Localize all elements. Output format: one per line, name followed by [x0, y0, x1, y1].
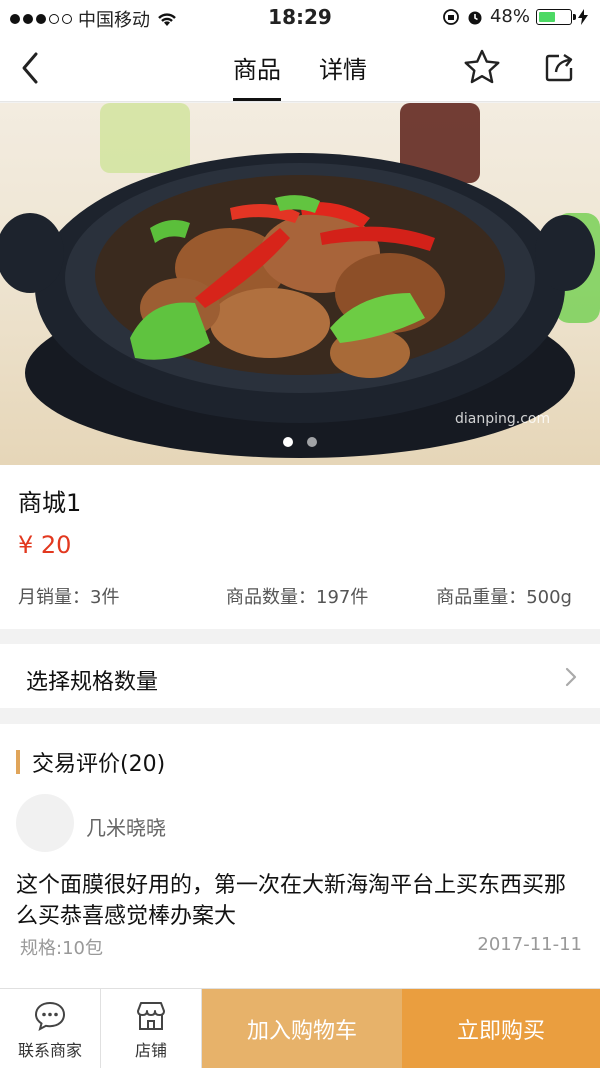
tab-product[interactable]: 商品	[233, 50, 281, 101]
contact-label: 联系商家	[17, 1041, 82, 1060]
reviews-title: 交易评价(20)	[32, 752, 166, 777]
review-text: 这个面膜很好用的，第一次在大新海淘平台上买东西买那么买恭喜感觉棒办案大	[16, 873, 567, 929]
alarm-icon	[468, 11, 482, 24]
reviews-section: 交易评价(20) 几米晓晓 这个面膜很好用的，第一次在大新海淘平台上买东西买那么…	[0, 724, 600, 988]
product-info: 商城1 ¥ 20 月销量：3件 商品数量：197件 商品重量：500g	[0, 465, 600, 629]
monthly-sales: 月销量：3件	[18, 587, 120, 608]
charging-icon	[578, 8, 588, 25]
status-bar: 中国移动 18:29 48%	[0, 0, 600, 34]
add-to-cart-button[interactable]: 加入购物车	[202, 989, 402, 1068]
spec-label: 选择规格数量	[26, 670, 159, 695]
spec-selector-row[interactable]: 选择规格数量	[0, 644, 600, 708]
review-username: 几米晓晓	[86, 816, 166, 840]
tab-detail[interactable]: 详情	[319, 50, 367, 99]
tab-bar: 商品 详情	[0, 50, 600, 101]
accent-bar	[16, 750, 20, 774]
image-pager[interactable]	[0, 437, 600, 447]
food-photo: dianping.com	[0, 103, 600, 458]
battery-percent: 48%	[489, 6, 530, 27]
top-nav: 商品 详情	[0, 34, 600, 102]
product-image[interactable]: dianping.com	[0, 103, 600, 465]
product-price: ¥ 20	[18, 531, 72, 559]
status-right: 48%	[442, 6, 588, 27]
reviews-header[interactable]: 交易评价(20)	[16, 746, 165, 778]
store-icon	[137, 1002, 165, 1030]
contact-merchant-button[interactable]: 联系商家	[0, 989, 101, 1068]
pager-dot[interactable]	[307, 437, 317, 447]
review-spec: 规格:10包	[20, 938, 103, 959]
star-icon[interactable]	[463, 48, 501, 86]
battery-icon	[536, 8, 576, 25]
product-weight: 商品重量：500g	[436, 587, 572, 608]
buy-now-button[interactable]: 立即购买	[402, 989, 600, 1068]
avatar	[16, 794, 74, 852]
review-date: 2017-11-11	[477, 934, 582, 955]
product-title: 商城1	[18, 489, 82, 517]
store-button[interactable]: 店铺	[101, 989, 202, 1068]
chat-icon	[34, 1001, 66, 1031]
product-quantity: 商品数量：197件	[226, 587, 369, 608]
rotation-lock-icon	[443, 8, 459, 25]
chevron-right-icon	[565, 667, 577, 687]
share-icon[interactable]	[543, 50, 577, 84]
svg-text:dianping.com: dianping.com	[455, 411, 550, 427]
store-label: 店铺	[134, 1041, 167, 1060]
pager-dot-active[interactable]	[283, 437, 293, 447]
bottom-action-bar: 联系商家 店铺 加入购物车 立即购买	[0, 988, 600, 1068]
